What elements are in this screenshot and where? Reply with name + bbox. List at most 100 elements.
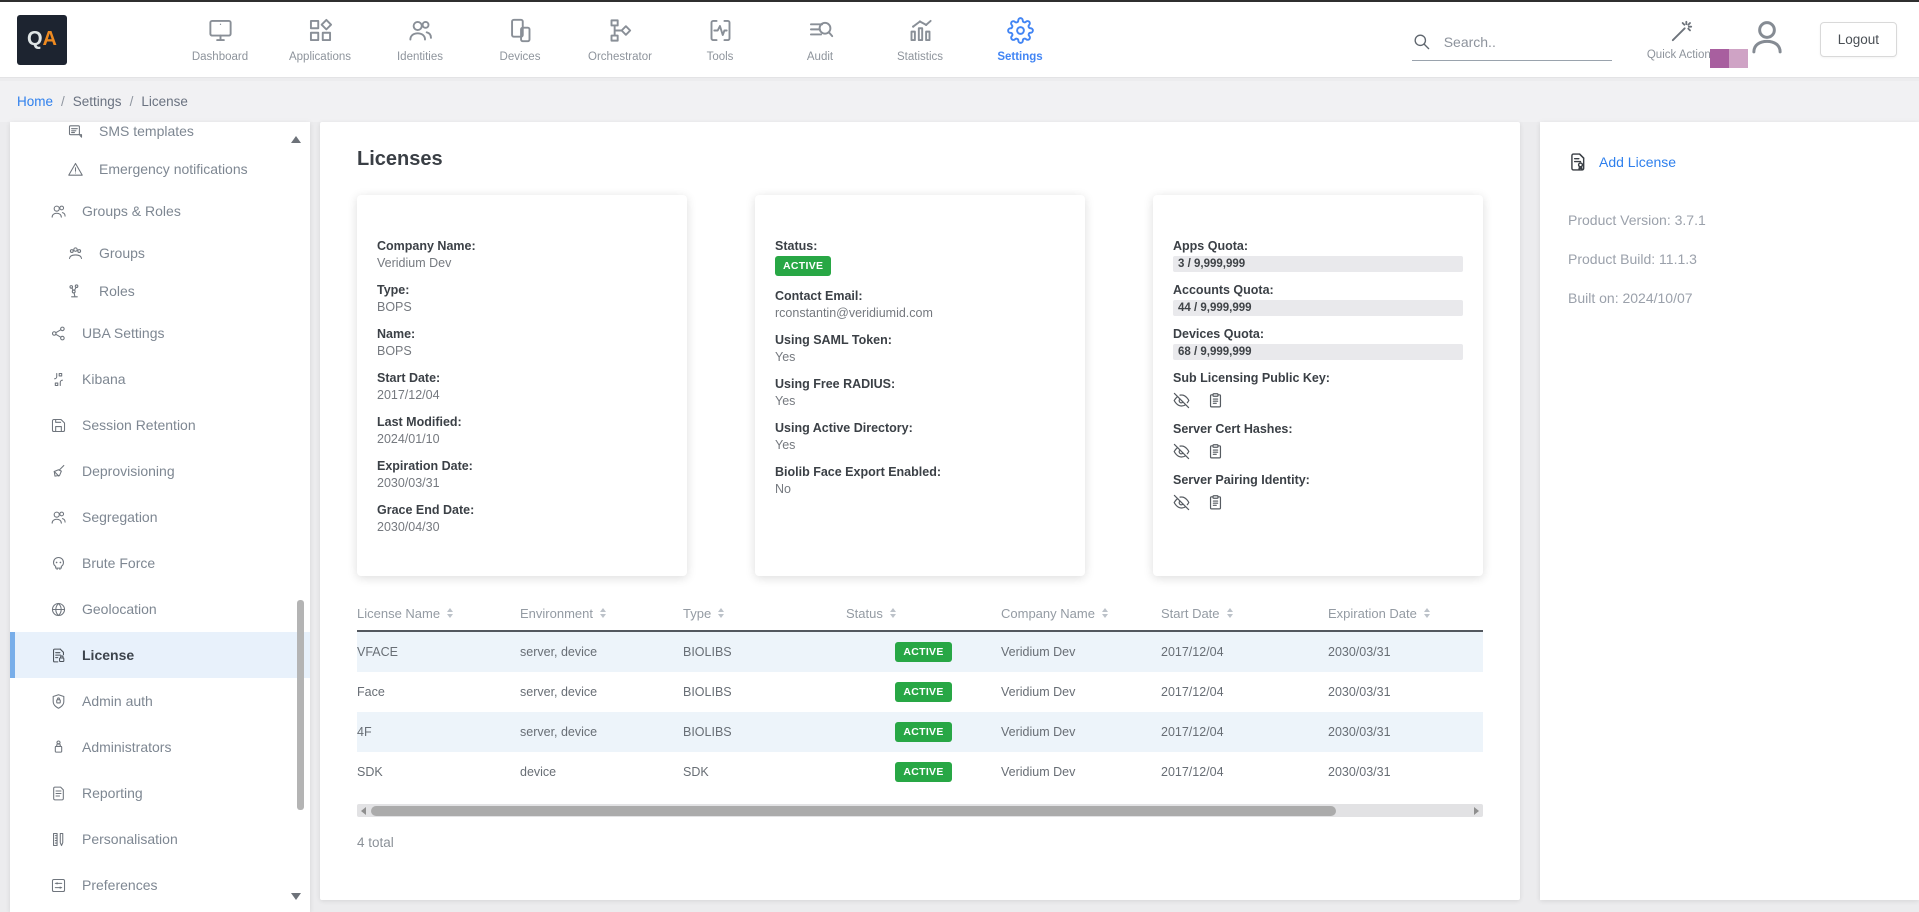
breadcrumb-settings[interactable]: Settings [73,94,122,109]
cell-expiration-date: 2030/03/31 [1328,765,1483,779]
sidebar-item-administrators[interactable]: Administrators [10,724,310,770]
sidebar-item-geolocation[interactable]: Geolocation [10,586,310,632]
table-column-type[interactable]: Type [683,606,846,621]
scroll-left-icon[interactable] [361,807,366,815]
breadcrumb-home[interactable]: Home [17,94,53,109]
sidebar-item-segregation[interactable]: Segregation [10,494,310,540]
eye-off-icon[interactable] [1173,494,1190,511]
cell-company: Veridium Dev [1001,685,1161,699]
sidebar-item-deprovisioning[interactable]: Deprovisioning [10,448,310,494]
sidebar-scroll-down-icon[interactable] [291,893,301,900]
topnav-item-applications[interactable]: Applications [270,17,370,63]
topnav-item-tools[interactable]: Tools [670,17,770,63]
topnav-item-orchestrator[interactable]: Orchestrator [570,17,670,63]
sidebar-item-roles[interactable]: Roles [10,272,310,310]
topnav-item-dashboard[interactable]: Dashboard [170,17,270,63]
user-menu [1746,16,1790,64]
theme-swatches [1710,49,1748,68]
personalise-icon [50,831,67,848]
licenses-table: License Name Environment Type Status [357,596,1483,850]
sidebar-item-groups[interactable]: Groups [10,234,310,272]
quota-label: Accounts Quota: [1173,283,1463,297]
table-column-expiration-date[interactable]: Expiration Date [1328,606,1483,621]
users-icon [50,203,67,220]
table-row-4f[interactable]: 4F server, device BIOLIBS ACTIVE Veridiu… [357,712,1483,752]
sidebar-item-session-retention[interactable]: Session Retention [10,402,310,448]
quota-label: Devices Quota: [1173,327,1463,341]
sidebar-item-personalisation[interactable]: Personalisation [10,816,310,862]
card-field: Type: BOPS [377,283,667,314]
eye-off-icon[interactable] [1173,392,1190,409]
breadcrumb: Home / Settings / License [0,81,1919,122]
sidebar-list: SMS templates Emergency notifications Gr… [10,122,310,912]
sidebar-item-uba-settings[interactable]: UBA Settings [10,310,310,356]
audit-icon [807,17,834,44]
licenses-panel: Licenses Company Name: Veridium Dev Type… [320,122,1520,900]
secret-label: Sub Licensing Public Key: [1173,371,1463,385]
devices-icon [507,17,534,44]
table-row-vface[interactable]: VFACE server, device BIOLIBS ACTIVE Veri… [357,632,1483,672]
license-info-card: Company Name: Veridium Dev Type: BOPS Na… [357,195,687,576]
warning-icon [67,161,84,178]
sidebar-item-groups-roles[interactable]: Groups & Roles [10,188,310,234]
app-logo[interactable]: Q A [17,15,67,65]
secret-field: Sub Licensing Public Key: [1173,371,1463,409]
sidebar-item-internationalisation[interactable]: Internationalisation [10,908,310,912]
sidebar-item-admin-auth[interactable]: Admin auth [10,678,310,724]
sidebar-item-brute-force[interactable]: Brute Force [10,540,310,586]
sidebar-item-preferences[interactable]: Preferences [10,862,310,908]
table-row-sdk[interactable]: SDK device SDK ACTIVE Veridium Dev 2017/… [357,752,1483,792]
sidebar-item-emergency-notifications[interactable]: Emergency notifications [10,150,310,188]
topnav-item-devices[interactable]: Devices [470,17,570,63]
search-input[interactable] [1444,34,1594,50]
swatch-purple [1710,49,1729,68]
avatar-icon[interactable] [1746,16,1788,58]
clipboard-copy-icon[interactable] [1207,392,1224,409]
quota-label: Apps Quota: [1173,239,1463,253]
field-label: Biolib Face Export Enabled: [775,465,1065,479]
topnav-item-audit[interactable]: Audit [770,17,870,63]
table-column-status[interactable]: Status [846,606,1001,621]
field-label: Company Name: [377,239,667,253]
sidebar-scroll-up-icon[interactable] [291,136,301,143]
horizontal-scrollbar-thumb[interactable] [371,806,1336,816]
sidebar-item-reporting[interactable]: Reporting [10,770,310,816]
cell-environment: device [520,765,683,779]
table-column-license-name[interactable]: License Name [357,606,520,621]
sort-icon [1102,608,1108,618]
sms-icon [67,123,84,140]
topnav-item-settings[interactable]: Settings [970,17,1070,63]
table-column-company-name[interactable]: Company Name [1001,606,1161,621]
cell-environment: server, device [520,685,683,699]
cell-company: Veridium Dev [1001,725,1161,739]
status-badge-row: ACTIVE [775,256,1065,276]
table-column-environment[interactable]: Environment [520,606,683,621]
logout-button[interactable]: Logout [1820,22,1897,57]
built-on: Built on: 2024/10/07 [1568,290,1891,306]
sidebar-item-kibana[interactable]: Kibana [10,356,310,402]
scroll-right-icon[interactable] [1474,807,1479,815]
license-cards: Company Name: Veridium Dev Type: BOPS Na… [357,195,1483,576]
field-value: rconstantin@veridiumid.com [775,306,1065,320]
eye-off-icon[interactable] [1173,443,1190,460]
sidebar-item-license[interactable]: License [10,632,310,678]
sidebar-scrollbar-thumb[interactable] [297,600,304,810]
topnav-item-statistics[interactable]: Statistics [870,17,970,63]
sidebar-item-sms-templates[interactable]: SMS templates [10,122,310,150]
field-label: Using Active Directory: [775,421,1065,435]
card-field: Expiration Date: 2030/03/31 [377,459,667,490]
add-license-button[interactable]: Add License [1568,152,1891,172]
clipboard-copy-icon[interactable] [1207,494,1224,511]
table-column-start-date[interactable]: Start Date [1161,606,1328,621]
field-label: Name: [377,327,667,341]
tools-icon [707,17,734,44]
card-field: Last Modified: 2024/01/10 [377,415,667,446]
topnav-item-identities[interactable]: Identities [370,17,470,63]
table-row-face[interactable]: Face server, device BIOLIBS ACTIVE Verid… [357,672,1483,712]
quota-bar: 44 / 9,999,999 [1173,300,1463,316]
row-status-badge: ACTIVE [895,642,951,662]
clipboard-copy-icon[interactable] [1207,443,1224,460]
field-label: Start Date: [377,371,667,385]
global-search [1412,32,1612,61]
field-label: Expiration Date: [377,459,667,473]
